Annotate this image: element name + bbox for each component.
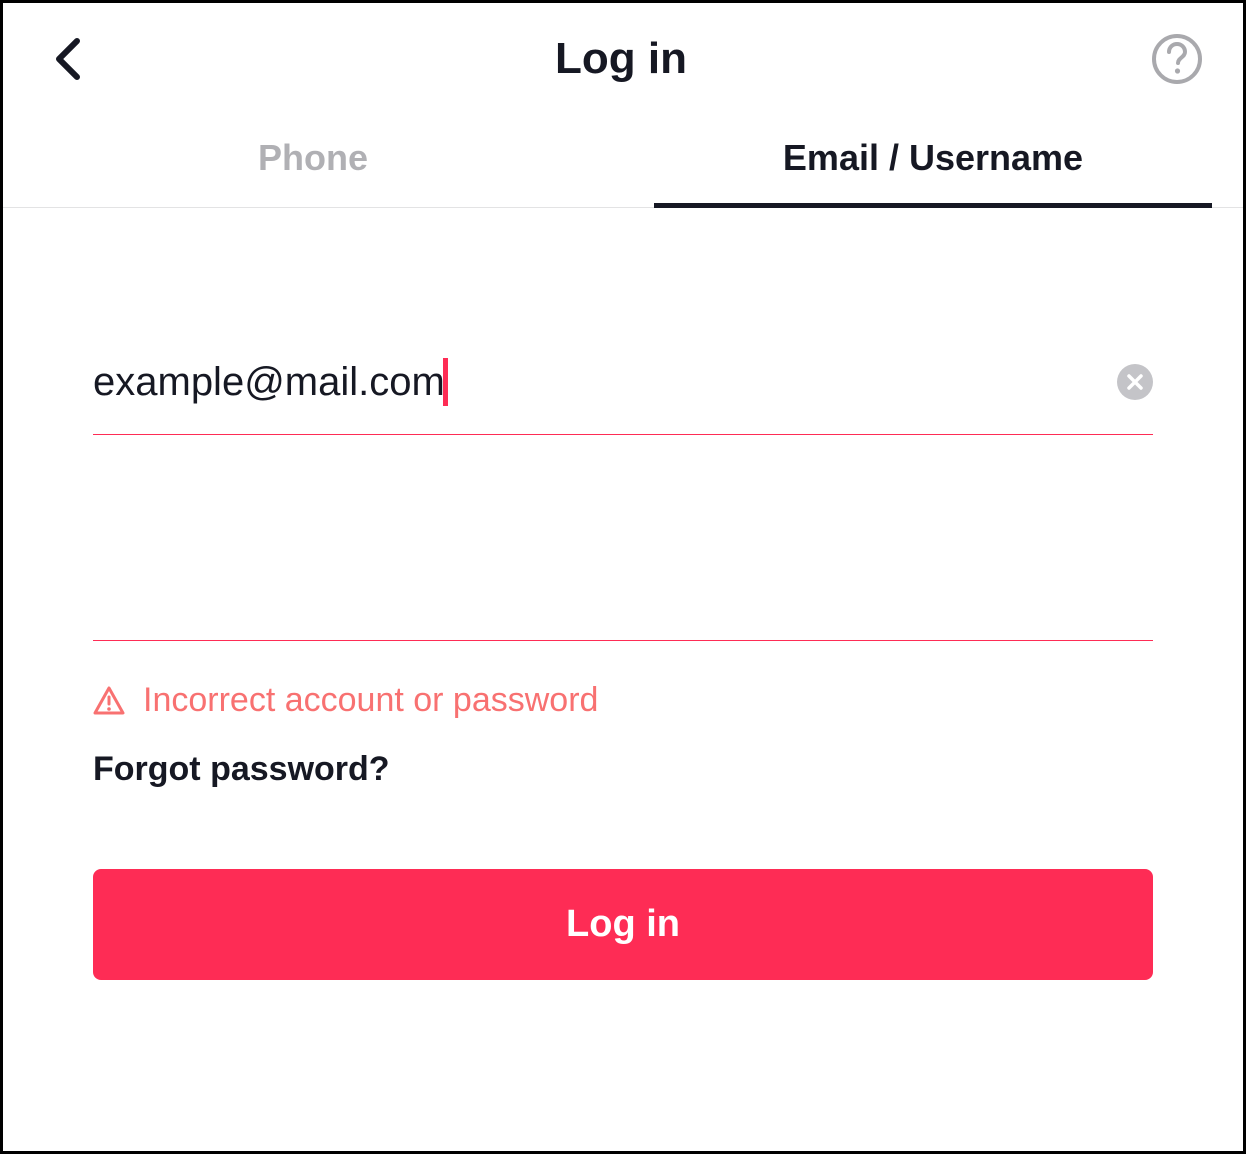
clear-input-button[interactable] — [1117, 364, 1153, 400]
login-tabs: Phone Email / Username — [3, 115, 1243, 208]
login-button[interactable]: Log in — [93, 869, 1153, 980]
error-message-row: Incorrect account or password — [93, 681, 1153, 720]
help-icon — [1151, 33, 1203, 85]
email-value: example@mail.com — [93, 360, 445, 405]
back-button[interactable] — [43, 35, 91, 83]
error-text: Incorrect account or password — [143, 681, 598, 720]
warning-icon — [93, 686, 125, 716]
close-icon — [1126, 373, 1144, 391]
password-input-row[interactable] — [93, 545, 1153, 641]
password-field[interactable] — [93, 545, 1153, 590]
email-field[interactable]: example@mail.com — [93, 358, 1117, 406]
forgot-password-link[interactable]: Forgot password? — [93, 750, 390, 789]
tab-email-username[interactable]: Email / Username — [623, 115, 1243, 207]
tab-phone[interactable]: Phone — [3, 115, 623, 207]
email-input-row[interactable]: example@mail.com — [93, 358, 1153, 435]
page-title: Log in — [91, 34, 1151, 84]
text-caret — [443, 358, 448, 406]
chevron-left-icon — [53, 37, 81, 81]
help-button[interactable] — [1151, 33, 1203, 85]
